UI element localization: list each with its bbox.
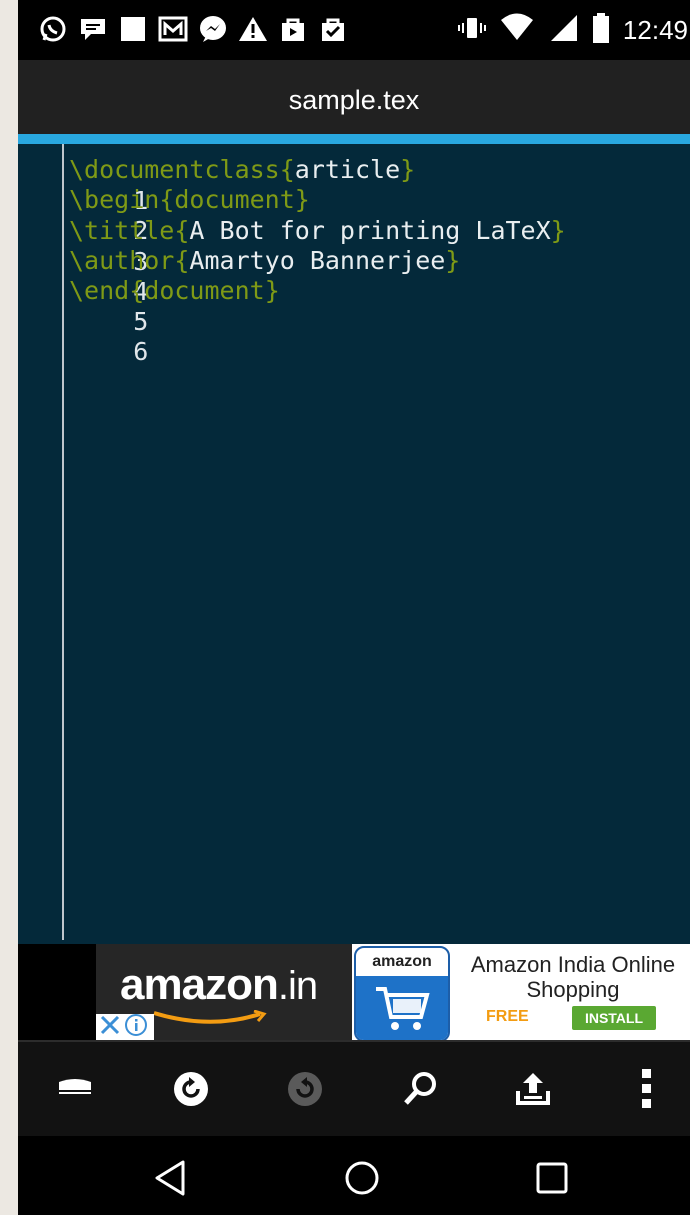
latex-argument: A Bot for printing LaTeX	[189, 216, 551, 245]
close-brace: }	[400, 155, 416, 184]
open-brace: {	[279, 155, 295, 184]
info-icon[interactable]	[124, 1013, 148, 1041]
code-line[interactable]: 3 \tittle{A Bot for printing LaTeX}	[18, 215, 566, 276]
app-bar: sample.tex	[18, 60, 690, 134]
shopping-cart-icon	[356, 976, 448, 1040]
open-brace: {	[174, 246, 190, 275]
latex-command: \end	[69, 276, 130, 305]
notification-icons	[38, 14, 348, 44]
ad-close-controls[interactable]	[96, 1014, 154, 1040]
amazon-logo: amazon.in	[120, 960, 318, 1024]
system-status: 12:49	[457, 12, 690, 48]
install-button[interactable]: INSTALL	[572, 1006, 656, 1030]
latex-command: \begin	[69, 185, 160, 214]
status-bar: 12:49	[18, 0, 690, 60]
shopping-bag-icon	[278, 14, 308, 44]
code-line[interactable]: 2 \begin{document}	[18, 184, 310, 245]
gmail-icon	[158, 14, 188, 44]
page-title: sample.tex	[288, 85, 420, 115]
close-brace: }	[445, 246, 461, 275]
phone-screen: 12:49 sample.tex 1 \documentclass{articl…	[18, 0, 690, 1215]
battery-icon	[591, 12, 611, 48]
latex-command: \author	[69, 246, 175, 275]
status-time: 12:49	[622, 14, 688, 45]
amazon-app-icon[interactable]: amazon	[354, 946, 450, 1042]
vibrate-icon	[457, 13, 487, 47]
line-number: 6	[133, 337, 149, 366]
more-vert-icon[interactable]	[622, 1066, 672, 1112]
open-brace: {	[129, 276, 145, 305]
ad-app-name[interactable]: Amazon India Online Shopping	[456, 952, 690, 1002]
latex-argument: document	[174, 185, 295, 214]
code-line[interactable]: 1 \documentclass{article}	[18, 154, 415, 215]
code-editor[interactable]: 1 \documentclass{article} 2 \begin{docum…	[18, 144, 690, 944]
whatsapp-icon	[38, 14, 68, 44]
editor-toolbar	[18, 1040, 690, 1136]
ad-banner[interactable]: amazon.in amazon Amazon India Online Sho…	[96, 944, 690, 1042]
back-icon[interactable]	[148, 1156, 192, 1200]
keyboard-icon[interactable]	[50, 1066, 100, 1112]
recents-icon[interactable]	[530, 1156, 574, 1200]
open-brace: {	[159, 185, 175, 214]
ad-brand-panel[interactable]: amazon.in	[96, 944, 352, 1040]
signal-icon	[547, 13, 579, 47]
open-brace: {	[174, 216, 190, 245]
latex-argument: document	[144, 276, 265, 305]
close-brace: }	[294, 185, 310, 214]
chat-bubble-icon	[78, 14, 108, 44]
warning-icon	[238, 14, 268, 44]
latex-argument: article	[294, 155, 401, 184]
undo-icon[interactable]	[166, 1066, 216, 1112]
messenger-icon	[198, 14, 228, 44]
redo-icon[interactable]	[280, 1066, 330, 1112]
navigation-bar	[18, 1136, 690, 1215]
home-icon[interactable]	[340, 1156, 384, 1200]
shopping-check-icon	[318, 14, 348, 44]
code-line[interactable]: 5 \end{document}	[18, 275, 280, 336]
upload-icon[interactable]	[508, 1066, 558, 1112]
latex-command: \tittle	[69, 216, 175, 245]
close-icon[interactable]	[98, 1013, 122, 1041]
square-icon	[118, 14, 148, 44]
latex-argument: Amartyo Bannerjee	[189, 246, 446, 275]
code-line[interactable]: 6	[18, 305, 148, 366]
search-icon[interactable]	[395, 1066, 445, 1112]
close-brace: }	[550, 216, 566, 245]
accent-divider	[18, 134, 690, 144]
wifi-icon	[499, 13, 535, 47]
ad-price: FREE	[486, 1008, 529, 1025]
close-brace: }	[264, 276, 280, 305]
latex-command: \documentclass	[69, 155, 280, 184]
code-line[interactable]: 4 \author{Amartyo Bannerjee}	[18, 245, 460, 306]
